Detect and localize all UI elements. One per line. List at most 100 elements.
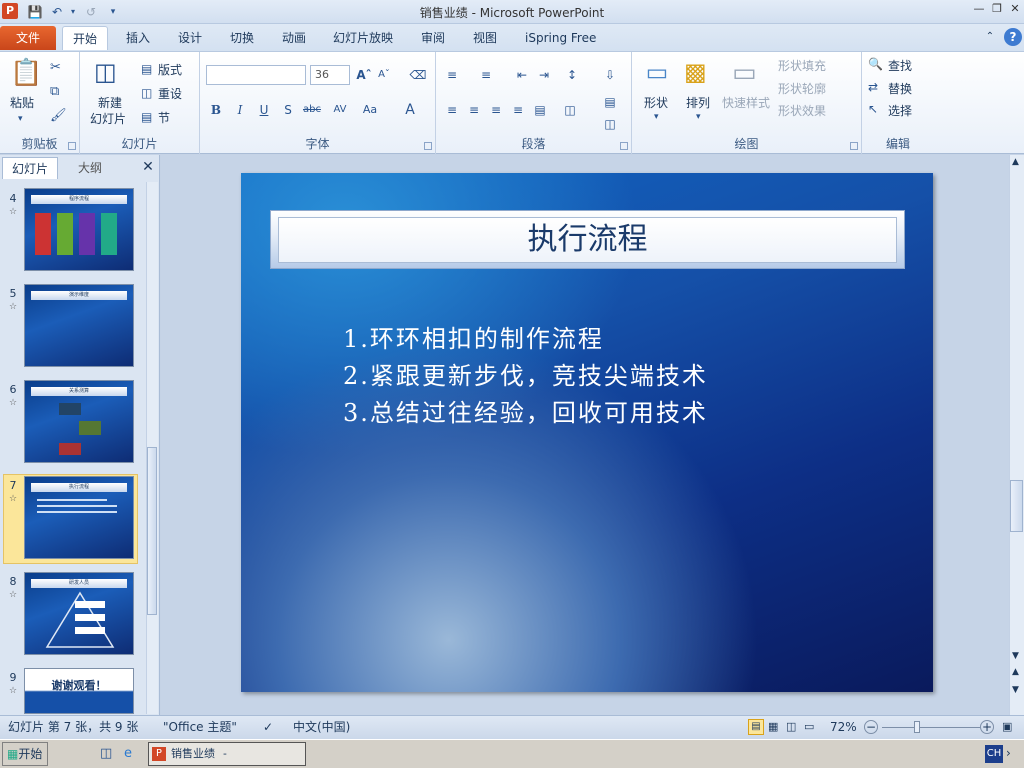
slide-bullet[interactable]: 3.总结过往经验，回收可用技术 [343,393,708,428]
ime-menu-icon[interactable]: › [1006,746,1011,760]
start-button[interactable]: ▦开始 [2,742,48,766]
align-left-icon[interactable]: ≡ [442,100,462,120]
paragraph-launcher-icon[interactable] [620,142,628,150]
tab-slides-panel[interactable]: 幻灯片 [2,157,58,179]
slide-thumbnail-6[interactable]: 关系测算 [24,380,134,463]
panel-scrollbar-thumb[interactable] [147,447,157,615]
slide-thumbnail-5[interactable]: 演示维度 [24,284,134,367]
scroll-down-icon[interactable]: ▼ [1012,651,1019,661]
copy-icon[interactable]: ⧉ [50,84,59,99]
slide-thumbnail-9[interactable]: 谢谢观看！ [24,668,134,714]
close-panel-icon[interactable]: ✕ [140,159,156,175]
grow-font-icon[interactable]: Aˆ [354,65,374,85]
zoom-in-icon[interactable]: + [980,720,994,734]
find-icon[interactable]: 🔍 [868,57,883,71]
taskbar-powerpoint-item[interactable]: P 销售业绩 - Microsof... [148,742,306,766]
tab-insert[interactable]: 插入 [116,26,160,50]
slide-bullet[interactable]: 1.环环相扣的制作流程 [343,319,604,354]
slide-bullet[interactable]: 2.紧跟更新步伐，竞技尖端技术 [343,356,708,391]
format-painter-icon[interactable]: 🖌 [50,108,67,123]
prev-slide-icon[interactable]: ▲ [1012,667,1019,677]
arrange-button[interactable]: 排列 [686,94,710,111]
clipboard-launcher-icon[interactable] [68,142,76,150]
smartart-icon[interactable]: ◫ [600,114,620,134]
shape-effects-button[interactable]: 形状效果 [778,102,826,119]
reset-icon[interactable]: ◫ [141,86,152,100]
zoom-level[interactable]: 72% [830,716,857,738]
slide-thumbnail-7[interactable]: 执行流程 [24,476,134,559]
theme-name[interactable]: "Office 主题" [163,716,237,738]
change-case-icon[interactable]: Aa [360,100,380,120]
new-slide-icon[interactable]: ◫ [94,58,117,86]
font-name-combo[interactable] [206,65,306,85]
replace-icon[interactable]: ⇄ [868,80,878,94]
tab-view[interactable]: 视图 [463,26,507,50]
select-icon[interactable]: ↖ [868,102,878,116]
next-slide-icon[interactable]: ▼ [1012,685,1019,695]
ime-indicator[interactable]: CH [985,745,1003,763]
fit-to-window-icon[interactable]: ▣ [1002,716,1012,738]
scroll-up-icon[interactable]: ▲ [1012,157,1019,167]
slide-title[interactable]: 执行流程 [278,217,897,263]
help-icon[interactable]: ? [1004,28,1022,46]
paste-button[interactable]: 粘贴 [10,94,34,111]
increase-indent-icon[interactable]: ⇥ [534,65,554,85]
strikethrough-icon[interactable]: abc [302,100,322,120]
shapes-icon[interactable]: ▭ [642,58,672,88]
bullets-icon[interactable]: ≡ [442,65,462,85]
tab-home[interactable]: 开始 [62,26,108,50]
align-right-icon[interactable]: ≡ [486,100,506,120]
paste-dropdown-icon[interactable]: ▾ [18,114,23,124]
shapes-dropdown-icon[interactable]: ▾ [654,112,659,122]
select-button[interactable]: 选择 [888,102,912,119]
tab-ispring[interactable]: iSpring Free [515,26,606,50]
reading-view-icon[interactable]: ◫ [786,716,796,738]
drawing-launcher-icon[interactable] [850,142,858,150]
close-icon[interactable]: ✕ [1008,2,1022,16]
font-color-icon[interactable]: A [400,100,420,120]
slide-sorter-icon[interactable]: ▦ [768,716,778,738]
tab-slideshow[interactable]: 幻灯片放映 [323,26,403,50]
spell-check-icon[interactable]: ✓ [263,716,273,738]
tab-file[interactable]: 文件 [0,26,56,50]
show-desktop-icon[interactable]: ◫ [100,746,112,761]
restore-icon[interactable]: ❐ [990,2,1004,16]
minimize-icon[interactable]: — [972,2,986,16]
editor-scrollbar[interactable]: ▲ ▼ ▲ ▼ [1009,155,1024,715]
paste-icon[interactable]: 📋 [10,58,42,90]
slide-thumbnail-8[interactable]: 研发人员 [24,572,134,655]
underline-icon[interactable]: U [254,100,274,120]
decrease-indent-icon[interactable]: ⇤ [512,65,532,85]
arrange-dropdown-icon[interactable]: ▾ [696,112,701,122]
new-slide-button[interactable]: 新建 [98,94,122,111]
tab-animations[interactable]: 动画 [272,26,316,50]
find-button[interactable]: 查找 [888,57,912,74]
shadow-icon[interactable]: S [278,100,298,120]
tab-transitions[interactable]: 切换 [220,26,264,50]
cut-icon[interactable]: ✂ [50,60,61,75]
clear-format-icon[interactable]: ⌫ [408,65,428,85]
editor-scrollbar-thumb[interactable] [1010,480,1023,532]
shrink-font-icon[interactable]: Aˇ [374,65,394,85]
numbering-icon[interactable]: ≡ [476,65,496,85]
reset-button[interactable]: 重设 [158,85,182,102]
tab-review[interactable]: 审阅 [411,26,455,50]
zoom-out-icon[interactable]: − [864,720,878,734]
quick-styles-icon[interactable]: ▭ [732,58,757,88]
italic-icon[interactable]: I [230,100,250,120]
tab-design[interactable]: 设计 [168,26,212,50]
font-launcher-icon[interactable] [424,142,432,150]
shape-fill-button[interactable]: 形状填充 [778,57,826,74]
char-spacing-icon[interactable]: AV [330,100,350,120]
language-indicator[interactable]: 中文(中国) [293,716,350,738]
shapes-button[interactable]: 形状 [644,94,668,111]
justify-icon[interactable]: ≡ [508,100,528,120]
replace-button[interactable]: 替换 [888,80,912,97]
distributed-icon[interactable]: ▤ [530,100,550,120]
align-center-icon[interactable]: ≡ [464,100,484,120]
arrange-icon[interactable]: ▩ [684,58,707,86]
slideshow-icon[interactable]: ▭ [804,716,814,738]
normal-view-icon[interactable]: ▤ [748,719,764,735]
zoom-slider-track[interactable] [882,727,980,728]
columns-icon[interactable]: ◫ [560,100,580,120]
